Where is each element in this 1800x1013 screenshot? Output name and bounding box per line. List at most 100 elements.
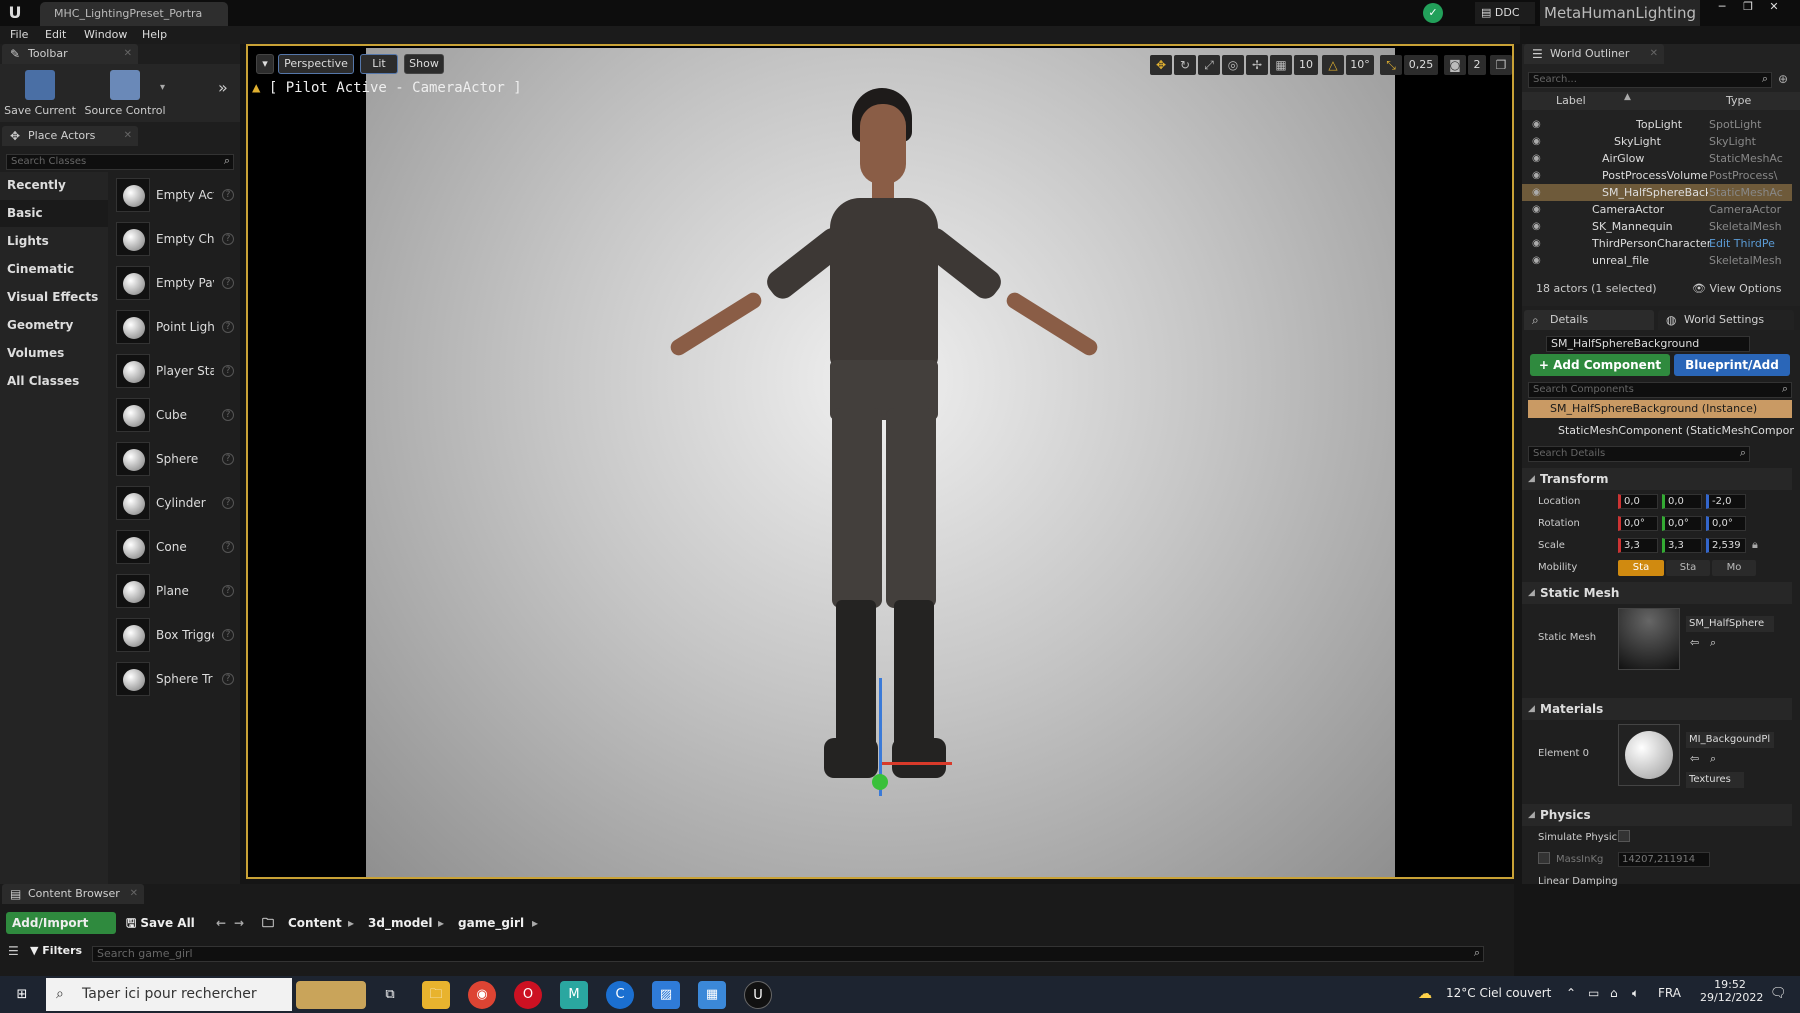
actor-item-cube[interactable]: Cube?	[112, 394, 238, 436]
ddc-button[interactable]: ▤ DDC	[1475, 2, 1535, 24]
mobility-movable-button[interactable]: Mo	[1712, 560, 1756, 576]
menu-window[interactable]: Window	[84, 26, 127, 44]
close-icon[interactable]: ✕	[1650, 44, 1658, 64]
category-all-classes[interactable]: All Classes	[0, 368, 108, 395]
world-outliner-tab[interactable]: ☰ World Outliner ✕	[1524, 44, 1664, 64]
world-settings-tab[interactable]: ◍ World Settings	[1658, 310, 1794, 330]
unreal-engine-taskbar-icon[interactable]: U	[744, 981, 772, 1009]
filters-button[interactable]: ▼ Filters	[30, 944, 82, 957]
location-z-field[interactable]: -2,0	[1706, 494, 1746, 509]
breadcrumb-separator-icon[interactable]: ▸	[532, 912, 538, 934]
outliner-row[interactable]: ◉ SK_Mannequin SkeletalMesh	[1522, 218, 1792, 235]
visibility-eye-icon[interactable]: ◉	[1532, 150, 1541, 167]
actor-item-empty-pawn[interactable]: Empty Pav?	[112, 262, 238, 304]
simulate-physics-checkbox[interactable]	[1618, 830, 1630, 842]
language-indicator[interactable]: FRA	[1658, 986, 1681, 1000]
help-icon[interactable]: ?	[222, 409, 234, 421]
tray-chevron-up-icon[interactable]: ⌃	[1566, 986, 1576, 1000]
help-icon[interactable]: ?	[222, 497, 234, 509]
scale-snap-value[interactable]: 0,25	[1404, 55, 1438, 75]
category-recently-placed[interactable]: Recently Placed	[0, 172, 108, 219]
help-icon[interactable]: ?	[222, 629, 234, 641]
mobility-static-button[interactable]: Sta	[1618, 560, 1664, 576]
camera-speed-icon[interactable]: ◙	[1444, 55, 1466, 75]
eject-icon[interactable]: ▲	[252, 80, 269, 96]
materials-section-header[interactable]: ◢ Materials	[1522, 698, 1792, 720]
sources-toggle-icon[interactable]: ☰	[8, 944, 19, 958]
scale-x-field[interactable]: 3,3	[1618, 538, 1658, 553]
search-components-input[interactable]: Search Components ⌕	[1528, 382, 1792, 398]
photos-icon[interactable]: ▨	[652, 981, 680, 1009]
maximize-viewport-icon[interactable]: ❐	[1490, 55, 1512, 75]
task-view-icon[interactable]: ⧉	[376, 981, 404, 1009]
place-actors-tab[interactable]: ✥ Place Actors ✕	[2, 126, 138, 146]
help-icon[interactable]: ?	[222, 321, 234, 333]
actor-item-sphere[interactable]: Sphere?	[112, 438, 238, 480]
mass-override-checkbox[interactable]	[1538, 852, 1550, 864]
weather-icon[interactable]: ☁	[1418, 986, 1432, 1002]
actor-item-box-trigger[interactable]: Box Trigge?	[112, 614, 238, 656]
content-browser-tab[interactable]: ▤ Content Browser ✕	[2, 884, 144, 904]
breadcrumb-3d-model[interactable]: 3d_model	[368, 912, 433, 934]
mobility-stationary-button[interactable]: Sta	[1666, 560, 1710, 576]
close-icon[interactable]: ✕	[124, 126, 132, 146]
panel-splitter[interactable]	[1514, 44, 1522, 976]
add-filter-icon[interactable]: ⊕	[1778, 72, 1788, 86]
rotation-x-field[interactable]: 0,0°	[1618, 516, 1658, 531]
content-search-input[interactable]: Search game_girl ⌕	[92, 946, 1484, 962]
back-arrow-icon[interactable]: ←	[216, 912, 226, 934]
category-cinematic[interactable]: Cinematic	[0, 256, 108, 283]
category-basic[interactable]: Basic	[0, 200, 108, 227]
location-y-field[interactable]: 0,0	[1662, 494, 1702, 509]
location-label[interactable]: Location	[1538, 496, 1580, 507]
material-thumbnail[interactable]	[1618, 724, 1680, 786]
rotation-label[interactable]: Rotation	[1538, 518, 1580, 529]
mail-app-icon[interactable]: M	[560, 981, 588, 1009]
physics-section-header[interactable]: ◢ Physics	[1522, 804, 1792, 826]
textures-dropdown[interactable]: Textures	[1686, 772, 1744, 788]
breadcrumb-content[interactable]: Content	[288, 912, 342, 934]
save-all-button[interactable]: 🖫︎ Save All	[126, 912, 195, 934]
scale-label[interactable]: Scale	[1538, 540, 1565, 551]
view-options-button[interactable]: 👁 View Options	[1692, 282, 1782, 295]
help-icon[interactable]: ?	[222, 541, 234, 553]
translate-mode-icon[interactable]: ✥	[1150, 55, 1172, 75]
rotation-snap-value[interactable]: 10°	[1346, 55, 1374, 75]
outliner-row-selected[interactable]: ◉ SM_HalfSphereBackg StaticMeshAc	[1522, 184, 1792, 201]
forward-arrow-icon[interactable]: →	[234, 912, 244, 934]
location-x-field[interactable]: 0,0	[1618, 494, 1658, 509]
help-icon[interactable]: ?	[222, 365, 234, 377]
browse-search-icon[interactable]: ⌕	[1710, 636, 1716, 650]
rotation-z-field[interactable]: 0,0°	[1706, 516, 1746, 531]
breadcrumb-game-girl[interactable]: game_girl	[458, 912, 524, 934]
level-viewport[interactable]: ▾ Perspective Lit Show ✥ ↻ ⤢ ◎ ✢ ▦ 10 △ …	[246, 44, 1514, 879]
world-space-icon[interactable]: ◎	[1222, 55, 1244, 75]
rotation-y-field[interactable]: 0,0°	[1662, 516, 1702, 531]
calculator-icon[interactable]: ▦	[698, 981, 726, 1009]
add-import-button[interactable]: Add/Import	[6, 912, 116, 934]
chevron-down-icon[interactable]: ▾	[160, 82, 165, 93]
browse-search-icon[interactable]: ⌕	[1710, 752, 1716, 766]
help-icon[interactable]: ?	[222, 673, 234, 685]
chrome-icon[interactable]: ◉	[468, 981, 496, 1009]
file-explorer-icon[interactable]: 🗀︎	[422, 981, 450, 1009]
battery-icon[interactable]: ▭	[1588, 986, 1599, 1000]
search-classes-input[interactable]: Search Classes ⌕	[6, 154, 234, 170]
breadcrumb-separator-icon[interactable]: ▸	[438, 912, 444, 934]
help-icon[interactable]: ?	[222, 585, 234, 597]
outliner-row[interactable]: ◉ AirGlow StaticMeshAc	[1522, 150, 1792, 167]
source-control-status-icon[interactable]: ✓	[1423, 3, 1443, 23]
grid-snap-icon[interactable]: ▦	[1270, 55, 1292, 75]
static-mesh-component-row[interactable]: StaticMeshComponent (StaticMeshComponent	[1558, 424, 1794, 437]
volume-icon[interactable]: 🔈︎	[1632, 986, 1639, 1001]
scale-z-field[interactable]: 2,539	[1706, 538, 1746, 553]
source-control-button[interactable]: Source Control	[82, 68, 168, 120]
visibility-eye-icon[interactable]: ◉	[1532, 252, 1541, 269]
category-visual-effects[interactable]: Visual Effects	[0, 284, 108, 311]
material-dropdown[interactable]: MI_BackgoundPl	[1686, 732, 1774, 748]
outliner-search-input[interactable]: Search... ⌕	[1528, 72, 1772, 88]
outliner-row[interactable]: ◉ TopLight SpotLight	[1522, 116, 1792, 133]
expand-toolbar-icon[interactable]: »	[218, 78, 228, 97]
grid-snap-value[interactable]: 10	[1294, 55, 1318, 75]
windows-start-icon[interactable]: ⊞	[8, 981, 36, 1009]
